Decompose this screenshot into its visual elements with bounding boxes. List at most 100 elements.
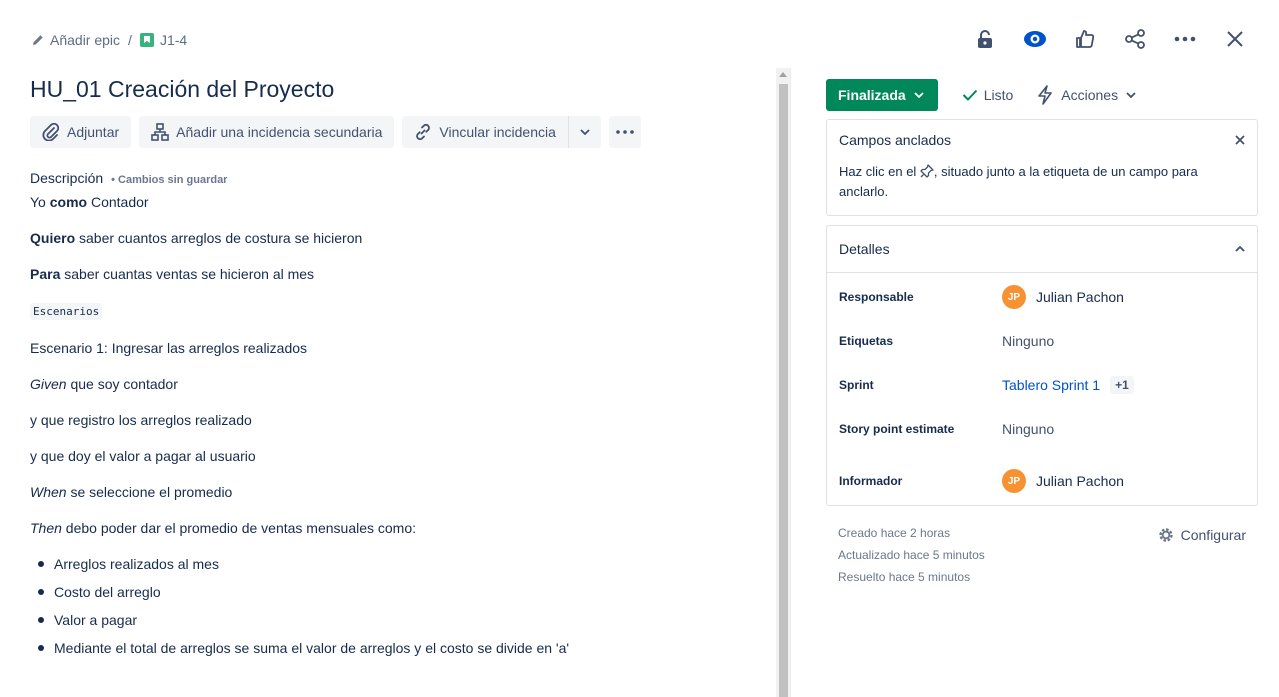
issue-metadata: Creado hace 2 horas Actualizado hace 5 m…	[826, 526, 1258, 592]
list-item: Costo del arreglo	[30, 582, 770, 610]
status-dropdown-button[interactable]: Finalizada	[826, 79, 938, 111]
chevron-up-icon[interactable]	[1235, 246, 1245, 252]
chevron-down-icon	[914, 92, 924, 98]
scroll-up-arrow-icon[interactable]	[779, 72, 787, 77]
lock-icon[interactable]	[973, 24, 997, 54]
more-options-icon[interactable]	[1173, 24, 1197, 54]
list-item: Mediante el total de arreglos se suma el…	[30, 638, 770, 666]
configure-button[interactable]: Configurar	[1157, 526, 1246, 544]
pin-icon	[920, 164, 934, 178]
list-item: Valor a pagar	[30, 610, 770, 638]
field-assignee[interactable]: Responsable JP Julian Pachon	[827, 275, 1257, 319]
field-label: Responsable	[839, 290, 914, 304]
share-icon[interactable]	[1123, 24, 1147, 54]
status-row: Finalizada Listo Acciones	[826, 79, 1258, 111]
sprint-more-badge[interactable]: +1	[1110, 376, 1134, 394]
description-line-then: Then debo poder dar el promedio de venta…	[30, 518, 770, 538]
details-card: Detalles Responsable JP Julian Pachon Et…	[826, 225, 1258, 506]
hint-text: Haz clic en el	[839, 164, 920, 179]
story-icon	[139, 33, 154, 47]
paperclip-icon	[42, 123, 60, 141]
details-title: Detalles	[839, 241, 890, 257]
description-line-want: Quiero saber cuantos arreglos de costura…	[30, 228, 770, 248]
left-panel-scrollbar[interactable]	[776, 68, 790, 697]
field-reporter[interactable]: Informador JP Julian Pachon	[827, 459, 1257, 503]
updated-timestamp: Actualizado hace 5 minutos	[838, 548, 985, 562]
text-fragment: Contador	[87, 194, 149, 210]
resolution-label: Listo	[983, 87, 1014, 103]
pinned-fields-card: Campos anclados Haz clic en el , situado…	[826, 119, 1258, 216]
lightning-icon	[1038, 85, 1053, 105]
description-line-role: Yo como Contador	[30, 192, 770, 212]
pinned-fields-header: Campos anclados	[839, 132, 1245, 148]
field-label: Sprint	[839, 378, 874, 392]
gear-icon	[1158, 528, 1173, 542]
resolved-timestamp: Resuelto hace 5 minutos	[838, 570, 971, 584]
text-fragment: saber cuantos arreglos de costura se hic…	[75, 230, 363, 246]
add-epic-label: Añadir epic	[50, 32, 121, 48]
description-line-code: Escenarios	[30, 300, 770, 322]
description-line-when: When se seleccione el promedio	[30, 482, 770, 502]
attach-label: Adjuntar	[67, 124, 120, 140]
reporter-name: Julian Pachon	[1036, 473, 1124, 489]
text-fragment: saber cuantas ventas se hicieron al mes	[60, 266, 315, 282]
field-value[interactable]: Ninguno	[1002, 333, 1054, 349]
avatar: JP	[1002, 285, 1026, 309]
pinned-fields-title: Campos anclados	[839, 132, 952, 148]
resolution-indicator[interactable]: Listo	[962, 87, 1014, 103]
link-issue-label: Vincular incidencia	[439, 124, 556, 140]
link-issue-button[interactable]: Vincular incidencia	[402, 116, 567, 148]
text-fragment: Yo	[30, 194, 50, 210]
scrollbar-thumb[interactable]	[779, 84, 788, 697]
issue-action-bar: Adjuntar Añadir una incidencia secundari…	[30, 116, 770, 148]
description-line-scenario: Escenario 1: Ingresar las arreglos reali…	[30, 340, 308, 356]
status-label: Finalizada	[838, 87, 906, 103]
field-value[interactable]: Tablero Sprint 1 +1	[1002, 376, 1134, 394]
unsaved-changes-note: • Cambios sin guardar	[111, 174, 228, 186]
description-line-given: Given que soy contador	[30, 374, 770, 394]
pencil-icon	[33, 35, 43, 45]
text-fragment: debo poder dar el promedio de ventas men…	[61, 520, 417, 536]
description-body[interactable]: Yo como Contador Quiero saber cuantos ar…	[30, 192, 770, 666]
close-icon[interactable]	[1223, 24, 1247, 54]
field-value[interactable]: JP Julian Pachon	[1002, 469, 1124, 493]
text-fragment: que soy contador	[66, 376, 178, 392]
add-child-issue-label: Añadir una incidencia secundaria	[176, 124, 383, 140]
issue-key-link[interactable]: J1-4	[139, 32, 187, 48]
add-epic-link[interactable]: Añadir epic	[32, 32, 120, 48]
field-value[interactable]: Ninguno	[1002, 421, 1054, 437]
description-line-and-1: y que registro los arreglos realizado	[30, 412, 252, 428]
attach-button[interactable]: Adjuntar	[30, 116, 132, 148]
description-line-purpose: Para saber cuantas ventas se hicieron al…	[30, 264, 770, 284]
actions-dropdown[interactable]: Acciones	[1037, 85, 1136, 105]
field-value[interactable]: JP Julian Pachon	[1002, 285, 1124, 309]
text-fragment: se seleccione el promedio	[66, 484, 233, 500]
sprint-link[interactable]: Tablero Sprint 1	[1002, 377, 1100, 393]
add-child-issue-button[interactable]: Añadir una incidencia secundaria	[139, 116, 395, 148]
link-issue-dropdown[interactable]	[569, 116, 601, 148]
field-sprint[interactable]: Sprint Tablero Sprint 1 +1	[827, 363, 1257, 407]
thumbs-up-icon[interactable]	[1073, 24, 1097, 54]
link-icon	[416, 123, 431, 141]
description-label: Descripción	[30, 170, 104, 186]
bold-keyword: como	[49, 194, 88, 210]
bullet-list: Arreglos realizados al mes Costo del arr…	[30, 554, 770, 666]
inline-code: Escenarios	[30, 303, 103, 320]
configure-label: Configurar	[1180, 527, 1246, 543]
more-actions-button[interactable]	[608, 116, 641, 148]
bold-keyword: Para	[30, 266, 61, 282]
close-icon[interactable]	[1235, 135, 1245, 145]
details-header[interactable]: Detalles	[827, 226, 1257, 273]
issue-title[interactable]: HU_01 Creación del Proyecto	[30, 76, 770, 108]
pinned-fields-hint: Haz clic en el , situado junto a la etiq…	[839, 162, 1245, 202]
list-item: Arreglos realizados al mes	[30, 554, 770, 582]
field-labels[interactable]: Etiquetas Ninguno	[827, 319, 1257, 363]
avatar: JP	[1002, 469, 1026, 493]
watch-eye-icon[interactable]	[1023, 24, 1047, 54]
actions-label: Acciones	[1061, 87, 1119, 103]
check-icon	[962, 89, 977, 101]
breadcrumb: Añadir epic / J1-4	[32, 28, 187, 52]
breadcrumb-separator: /	[128, 32, 132, 48]
field-story-points[interactable]: Story point estimate Ninguno	[827, 407, 1257, 451]
bold-keyword: Quiero	[30, 230, 76, 246]
